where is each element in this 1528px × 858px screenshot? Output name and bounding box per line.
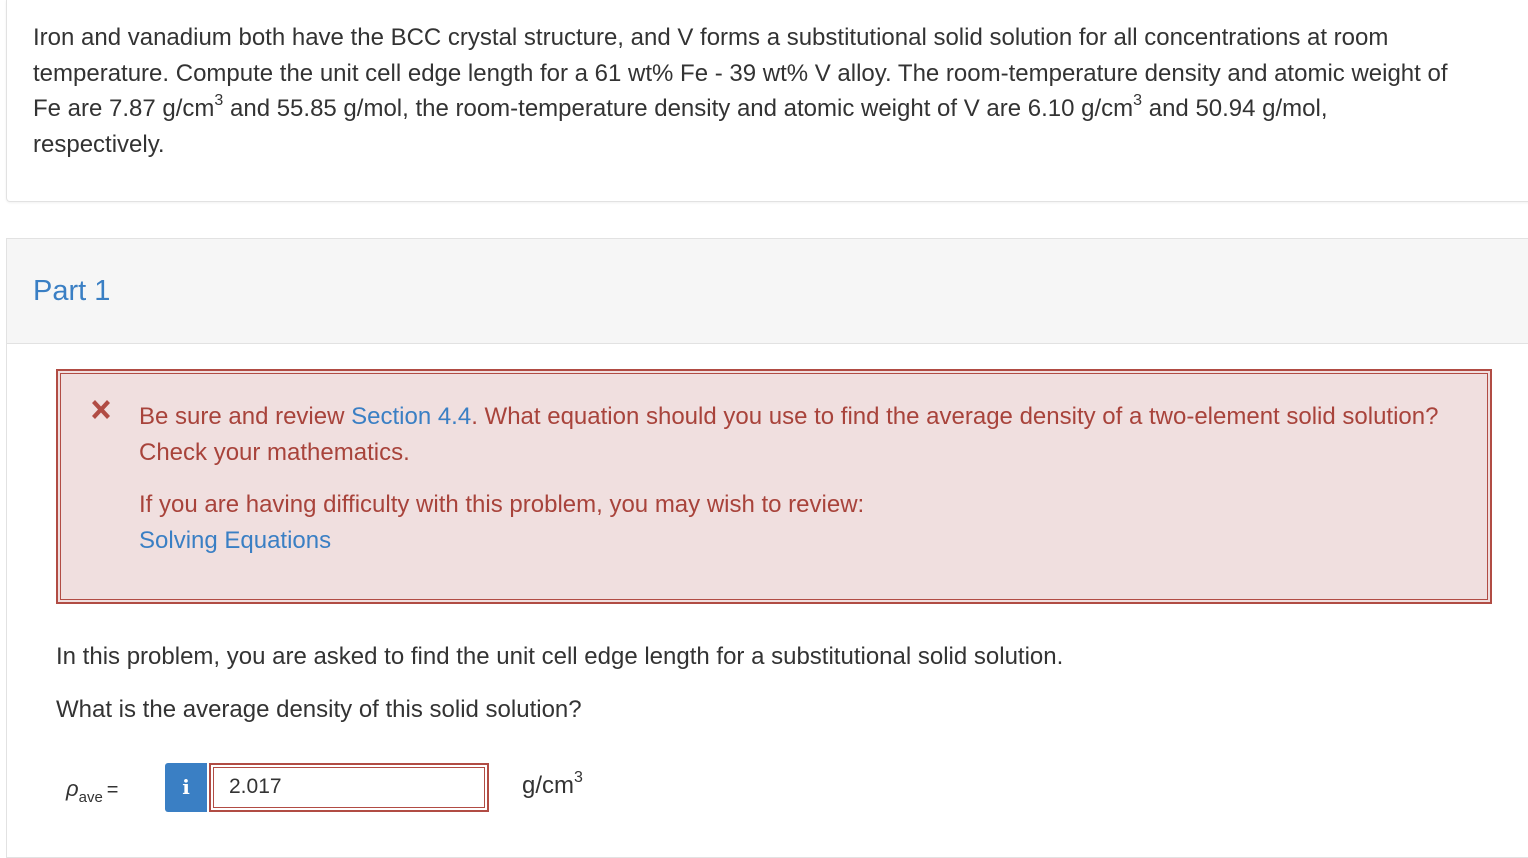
- part-title: Part 1: [33, 275, 111, 307]
- question-prompt: What is the average density of this soli…: [56, 696, 582, 723]
- question-line: Iron and vanadium both have the BCC crys…: [33, 24, 1389, 51]
- problem-intro: In this problem, you are asked to find t…: [56, 643, 1064, 670]
- superscript: 3: [214, 92, 224, 109]
- superscript: 3: [1133, 92, 1143, 109]
- x-mark-icon: [92, 400, 110, 419]
- question-line: respectively.: [33, 130, 165, 158]
- density-input[interactable]: [215, 769, 489, 805]
- solving-equations-link[interactable]: Solving Equations: [139, 527, 331, 554]
- rho-ave-label: ρave =: [66, 776, 119, 806]
- section-link[interactable]: Section 4.4: [351, 403, 471, 430]
- question-card: Iron and vanadium both have the BCC crys…: [6, 0, 1528, 202]
- part-header: Part 1: [7, 239, 1528, 344]
- feedback-message: Be sure and review Section 4.4. What equ…: [139, 403, 1439, 466]
- question-line: Fe are 7.87 g/cm3 and 55.85 g/mol, the r…: [33, 92, 1328, 123]
- info-button[interactable]: i: [165, 763, 207, 812]
- review-text: If you are having difficulty with this p…: [139, 491, 865, 518]
- unit-label: g/cm3: [522, 769, 583, 800]
- question-line: temperature. Compute the unit cell edge …: [33, 59, 1448, 87]
- answer-field[interactable]: [209, 763, 489, 812]
- feedback-box: Be sure and review Section 4.4. What equ…: [56, 369, 1492, 604]
- question-text: Iron and vanadium both have the BCC crys…: [33, 20, 1523, 162]
- feedback-text: Be sure and review Section 4.4. What equ…: [139, 399, 1439, 558]
